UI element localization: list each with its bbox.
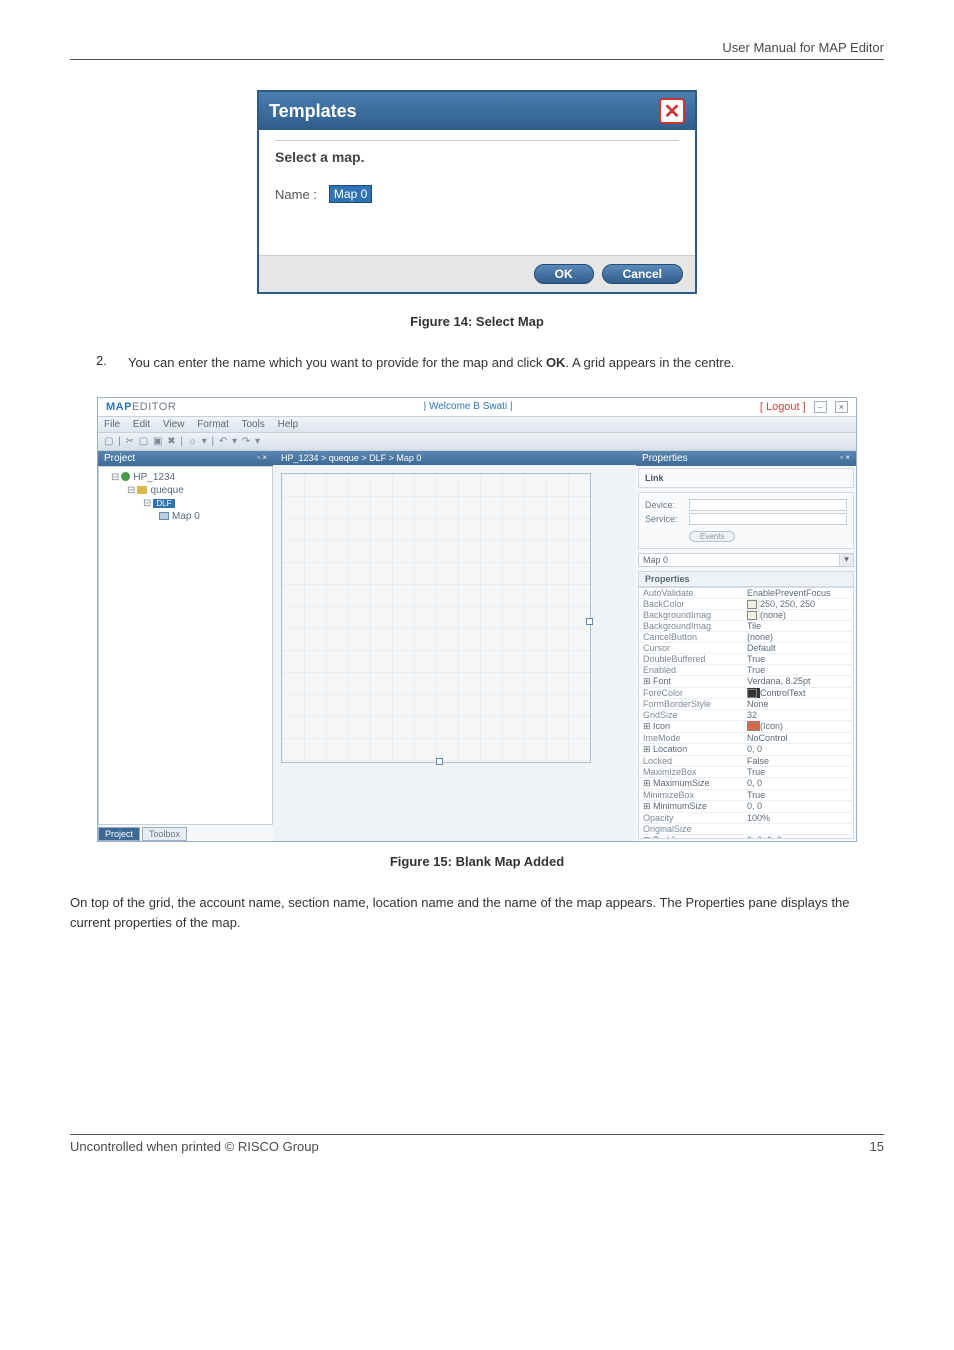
canvas-panel: HP_1234 > queque > DLF > Map 0 (273, 451, 636, 841)
tree-node-map0[interactable]: Map 0 (103, 510, 268, 523)
properties-grid[interactable]: AutoValidateEnablePreventFocus BackColor… (638, 587, 854, 839)
step-text-b: OK (546, 355, 566, 370)
breadcrumb: HP_1234 > queque > DLF > Map 0 (273, 451, 636, 465)
project-panel-title: Project (104, 453, 135, 464)
tab-toolbox[interactable]: Toolbox (142, 827, 187, 841)
property-row[interactable]: OriginalSize (639, 824, 853, 835)
welcome-text: | Welcome B Swati | (424, 401, 513, 412)
mapeditor-window: MAPEDITOR | Welcome B Swati | [ Logout ]… (97, 397, 857, 842)
device-service-section: Device: Service: Events (638, 492, 854, 549)
property-row[interactable]: BackColor250, 250, 250 (639, 599, 853, 610)
globe-icon (121, 472, 130, 481)
chevron-down-icon[interactable]: ▾ (839, 554, 853, 566)
project-panel-header: Project ▫ × (98, 451, 273, 466)
properties-pin-icon[interactable]: ▫ × (840, 453, 850, 464)
dropdown-value: Map 0 (639, 554, 839, 566)
properties-grid-header: Properties (638, 571, 854, 587)
project-pin-icon[interactable]: ▫ × (257, 453, 267, 464)
figure15-caption: Figure 15: Blank Map Added (70, 854, 884, 869)
property-row[interactable]: GridSize32 (639, 710, 853, 721)
step-text-c: . A grid appears in the centre. (565, 355, 734, 370)
menu-bar: File Edit View Format Tools Help (98, 417, 856, 433)
property-row[interactable]: Opacity100% (639, 813, 853, 824)
device-label: Device: (645, 500, 689, 510)
property-row[interactable]: ⊞ Location0, 0 (639, 744, 853, 756)
project-panel: Project ▫ × ⊟HP_1234 ⊟queque ⊟DLF Map 0 … (98, 451, 273, 841)
step-2: 2. You can enter the name which you want… (96, 353, 884, 373)
editor-titlebar: MAPEDITOR | Welcome B Swati | [ Logout ]… (98, 398, 856, 417)
object-dropdown[interactable]: Map 0 ▾ (638, 553, 854, 567)
properties-title: Properties (642, 453, 688, 464)
property-row[interactable]: AutoValidateEnablePreventFocus (639, 588, 853, 599)
folder-icon (137, 486, 147, 494)
logo-thin: EDITOR (132, 401, 176, 413)
close-icon[interactable]: ✕ (659, 98, 685, 124)
name-field[interactable]: Map 0 (329, 185, 372, 203)
menu-file[interactable]: File (104, 419, 120, 430)
property-row[interactable]: MinimizeBoxTrue (639, 790, 853, 801)
editor-logo: MAPEDITOR (106, 401, 176, 413)
minimize-icon[interactable]: – (814, 401, 827, 413)
property-row[interactable]: CursorDefault (639, 643, 853, 654)
templates-dialog: Templates ✕ Select a map. Name : Map 0 O… (257, 90, 697, 294)
link-label: Link (645, 473, 664, 483)
properties-panel: Properties ▫ × Link Device: Service: Eve… (636, 451, 856, 841)
menu-view[interactable]: View (163, 419, 185, 430)
service-field[interactable] (689, 513, 847, 525)
footer-right: 15 (870, 1139, 884, 1154)
figure14-caption: Figure 14: Select Map (70, 314, 884, 329)
menu-edit[interactable]: Edit (133, 419, 150, 430)
tree-node-queque[interactable]: ⊟queque (103, 484, 268, 497)
templates-title: Templates (269, 101, 357, 122)
page-footer: Uncontrolled when printed © RISCO Group … (70, 1134, 884, 1154)
templates-titlebar: Templates ✕ (259, 92, 695, 130)
tree-root[interactable]: ⊟HP_1234 (103, 471, 268, 484)
properties-panel-header: Properties ▫ × (636, 451, 856, 466)
location-icon: DLF (153, 499, 174, 508)
tree-node-dlf[interactable]: ⊟DLF (103, 497, 268, 510)
toolbar[interactable]: ▢ | ✂ ▢ ▣ ✖ | ☼ ▾ | ↶ ▾ ↷ ▾ (98, 433, 856, 451)
step-number: 2. (96, 353, 112, 373)
ok-button[interactable]: OK (534, 264, 594, 284)
link-section: Link (638, 468, 854, 488)
map-icon (159, 512, 169, 520)
templates-subtitle: Select a map. (275, 140, 679, 165)
logo-bold: MAP (106, 401, 132, 413)
property-row[interactable]: ⊞ FontVerdana, 8.25pt (639, 676, 853, 688)
property-row[interactable]: MaximizeBoxTrue (639, 767, 853, 778)
footer-left: Uncontrolled when printed © RISCO Group (70, 1139, 319, 1154)
service-label: Service: (645, 514, 689, 524)
property-row[interactable]: ImeModeNoControl (639, 733, 853, 744)
events-button[interactable]: Events (689, 531, 735, 542)
project-tree[interactable]: ⊟HP_1234 ⊟queque ⊟DLF Map 0 (98, 466, 273, 825)
property-row[interactable]: BackgroundImag(none) (639, 610, 853, 621)
property-row[interactable]: ⊞ Padding0, 0, 0, 0 (639, 835, 853, 839)
body-paragraph: On top of the grid, the account name, se… (70, 893, 884, 935)
menu-format[interactable]: Format (197, 419, 229, 430)
property-row[interactable]: ⊞ Icon(Icon) (639, 721, 853, 733)
name-label: Name : (275, 187, 317, 202)
property-row[interactable]: EnabledTrue (639, 665, 853, 676)
menu-help[interactable]: Help (278, 419, 299, 430)
device-field[interactable] (689, 499, 847, 511)
logout-link[interactable]: [ Logout ] (760, 401, 806, 413)
tab-project[interactable]: Project (98, 827, 140, 841)
window-close-icon[interactable]: × (835, 401, 848, 413)
cancel-button[interactable]: Cancel (602, 264, 683, 284)
property-row[interactable]: ⊞ MaximumSize0, 0 (639, 778, 853, 790)
property-row[interactable]: ⊞ MinimumSize0, 0 (639, 801, 853, 813)
map-canvas[interactable] (281, 473, 591, 763)
property-row[interactable]: BackgroundImagTile (639, 621, 853, 632)
property-row[interactable]: ForeColorControlText (639, 688, 853, 699)
page-header: User Manual for MAP Editor (70, 40, 884, 60)
property-row[interactable]: DoubleBufferedTrue (639, 654, 853, 665)
step-text-a: You can enter the name which you want to… (128, 355, 546, 370)
menu-tools[interactable]: Tools (241, 419, 264, 430)
property-row[interactable]: FormBorderStyleNone (639, 699, 853, 710)
property-row[interactable]: CancelButton(none) (639, 632, 853, 643)
property-row[interactable]: LockedFalse (639, 756, 853, 767)
